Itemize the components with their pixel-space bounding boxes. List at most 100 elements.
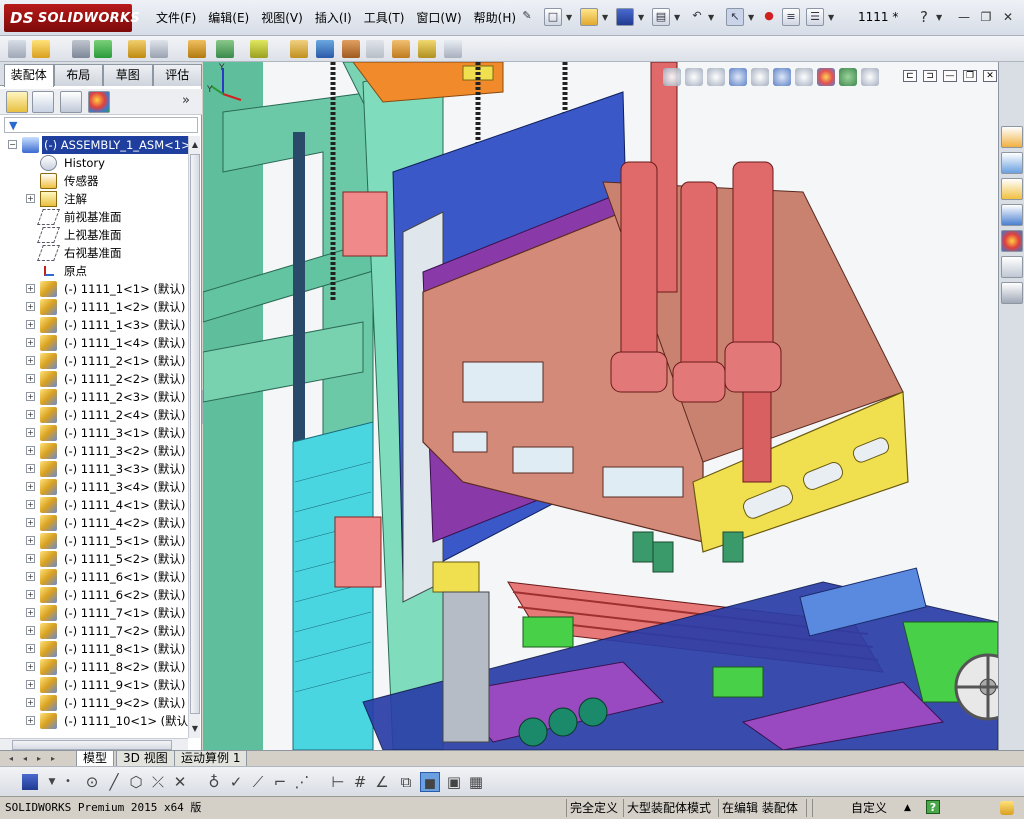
expand-icon[interactable]: + [26, 374, 35, 383]
fillet-icon[interactable]: ♁ [204, 772, 224, 792]
rebuild-status-icon[interactable] [1000, 801, 1014, 815]
expand-icon[interactable]: + [26, 428, 35, 437]
assembly-features-icon[interactable] [216, 40, 234, 58]
linear-pattern-icon[interactable] [94, 40, 112, 58]
section-view-icon[interactable] [729, 68, 747, 86]
grid-icon[interactable]: # [350, 772, 370, 792]
options-icon[interactable]: ☰ [806, 8, 824, 26]
tree-item-component[interactable]: + (-) 1111_3<4> (默认) [0, 478, 188, 496]
camera-icon[interactable]: ▣ [444, 772, 464, 792]
tree-item-sensor[interactable]: 传感器 [0, 172, 188, 190]
reference-geometry-icon[interactable] [250, 40, 268, 58]
tree-item-component[interactable]: + (-) 1111_10<1> (默认) [0, 712, 188, 730]
viewport-split2-icon[interactable]: ⊐ [923, 70, 937, 82]
select-dropdown-icon[interactable]: ▼ [748, 13, 754, 22]
expand-icon[interactable]: + [26, 590, 35, 599]
menu-edit[interactable]: 编辑(E) [202, 10, 255, 26]
move-component-icon[interactable] [150, 40, 168, 58]
tree-item-component[interactable]: + (-) 1111_2<4> (默认) [0, 406, 188, 424]
open-icon[interactable] [580, 8, 598, 26]
expand-icon[interactable]: + [26, 446, 35, 455]
collapse-icon[interactable]: − [8, 140, 17, 149]
menu-insert[interactable]: 插入(I) [309, 10, 358, 26]
tree-item-component[interactable]: + (-) 1111_1<3> (默认) [0, 316, 188, 334]
undo-icon[interactable]: ↶ [688, 8, 706, 26]
tab-motion-study-1[interactable]: 运动算例 1 [174, 751, 248, 767]
tree-item-origin[interactable]: 原点 [0, 262, 188, 280]
expand-icon[interactable]: + [26, 698, 35, 707]
bill-of-materials-icon[interactable] [316, 40, 334, 58]
tree-item-history[interactable]: History [0, 154, 188, 172]
tree-item-component[interactable]: + (-) 1111_9<1> (默认) [0, 676, 188, 694]
instant3d-icon[interactable] [392, 40, 410, 58]
expand-icon[interactable]: + [26, 464, 35, 473]
tree-item-component[interactable]: + (-) 1111_4<1> (默认) [0, 496, 188, 514]
tree-item-component[interactable]: + (-) 1111_5<2> (默认) [0, 550, 188, 568]
expand-icon[interactable]: + [26, 392, 35, 401]
tree-item-plane[interactable]: 右视基准面 [0, 244, 188, 262]
tree-item-component[interactable]: + (-) 1111_1<1> (默认) [0, 280, 188, 298]
polygon-icon[interactable]: ⬡ [126, 772, 146, 792]
menu-help[interactable]: 帮助(H) [468, 10, 522, 26]
design-library-icon[interactable] [1001, 152, 1023, 174]
tree-item-component[interactable]: + (-) 1111_8<1> (默认) [0, 640, 188, 658]
tab-3d-view[interactable]: 3D 视图 [116, 751, 175, 767]
explode-line-sketch-icon[interactable] [366, 40, 384, 58]
show-hidden-icon[interactable] [188, 40, 206, 58]
angle-icon[interactable]: ∠ [372, 772, 392, 792]
smart-fasteners-icon[interactable] [128, 40, 146, 58]
expand-icon[interactable]: + [26, 500, 35, 509]
pin-icon[interactable]: ✎ [518, 8, 536, 26]
new-motion-study-icon[interactable] [290, 40, 308, 58]
previous-view-icon[interactable] [707, 68, 725, 86]
tree-root-assembly[interactable]: − (-) ASSEMBLY_1_ASM<1> ( [0, 136, 188, 154]
line-icon[interactable]: ╱ [104, 772, 124, 792]
tree-item-plane[interactable]: 前视基准面 [0, 208, 188, 226]
tree-item-component[interactable]: + (-) 1111_6<1> (默认) [0, 568, 188, 586]
update-speedpak-icon[interactable] [418, 40, 436, 58]
expand-icon[interactable]: + [26, 662, 35, 671]
expand-panel-icon[interactable]: » [182, 93, 190, 108]
close-icon[interactable]: ✕ [1000, 10, 1016, 24]
select-icon[interactable]: ↖ [726, 8, 744, 26]
expand-icon[interactable]: + [26, 536, 35, 545]
menu-window[interactable]: 窗口(W) [410, 10, 467, 26]
new-dropdown-icon[interactable]: ▼ [566, 13, 572, 22]
tree-item-component[interactable]: + (-) 1111_2<1> (默认) [0, 352, 188, 370]
print-dropdown-icon[interactable]: ▼ [674, 13, 680, 22]
undo-dropdown-icon[interactable]: ▼ [708, 13, 714, 22]
unit-system-up-icon[interactable]: ▲ [904, 799, 911, 817]
apply-scene-icon[interactable] [839, 68, 857, 86]
tree-item-component[interactable]: + (-) 1111_4<2> (默认) [0, 514, 188, 532]
options-dropdown-icon[interactable]: ▼ [828, 13, 834, 22]
expand-icon[interactable]: + [26, 302, 35, 311]
expand-icon[interactable]: + [26, 320, 35, 329]
restore-icon[interactable]: ❐ [978, 10, 994, 24]
scroll-down-icon[interactable]: ▼ [190, 722, 200, 736]
circle-icon[interactable]: ⊙ [82, 772, 102, 792]
tab-layout[interactable]: 布局 [53, 64, 103, 86]
view-orientation-icon[interactable] [751, 68, 769, 86]
viewport-split-icon[interactable]: ⊏ [903, 70, 917, 82]
scroll-up-icon[interactable]: ▲ [190, 138, 200, 152]
dimension-icon[interactable]: ⊢ [328, 772, 348, 792]
expand-icon[interactable]: + [26, 644, 35, 653]
expand-icon[interactable]: + [26, 626, 35, 635]
menu-file[interactable]: 文件(F) [150, 10, 202, 26]
save-dropdown-icon[interactable]: ▼ [638, 13, 644, 22]
component-preview-icon[interactable] [72, 40, 90, 58]
tree-horizontal-scrollbar[interactable] [0, 738, 188, 750]
tab-next-icon[interactable]: ▸ [34, 753, 44, 765]
zoom-to-area-icon[interactable] [685, 68, 703, 86]
solidworks-resources-icon[interactable] [1001, 126, 1023, 148]
quick-tips-icon[interactable]: ? [926, 800, 940, 814]
new-document-icon[interactable]: □ [544, 8, 562, 26]
unit-system-selector[interactable]: 自定义 [851, 799, 887, 817]
tree-item-component[interactable]: + (-) 1111_2<2> (默认) [0, 370, 188, 388]
property-manager-tab-icon[interactable] [32, 91, 54, 113]
tab-first-icon[interactable]: ◂ [6, 753, 16, 765]
file-properties-icon[interactable]: ≡ [782, 8, 800, 26]
menu-tools[interactable]: 工具(T) [358, 10, 411, 26]
tree-item-component[interactable]: + (-) 1111_5<1> (默认) [0, 532, 188, 550]
help-icon[interactable]: ? [916, 10, 932, 25]
